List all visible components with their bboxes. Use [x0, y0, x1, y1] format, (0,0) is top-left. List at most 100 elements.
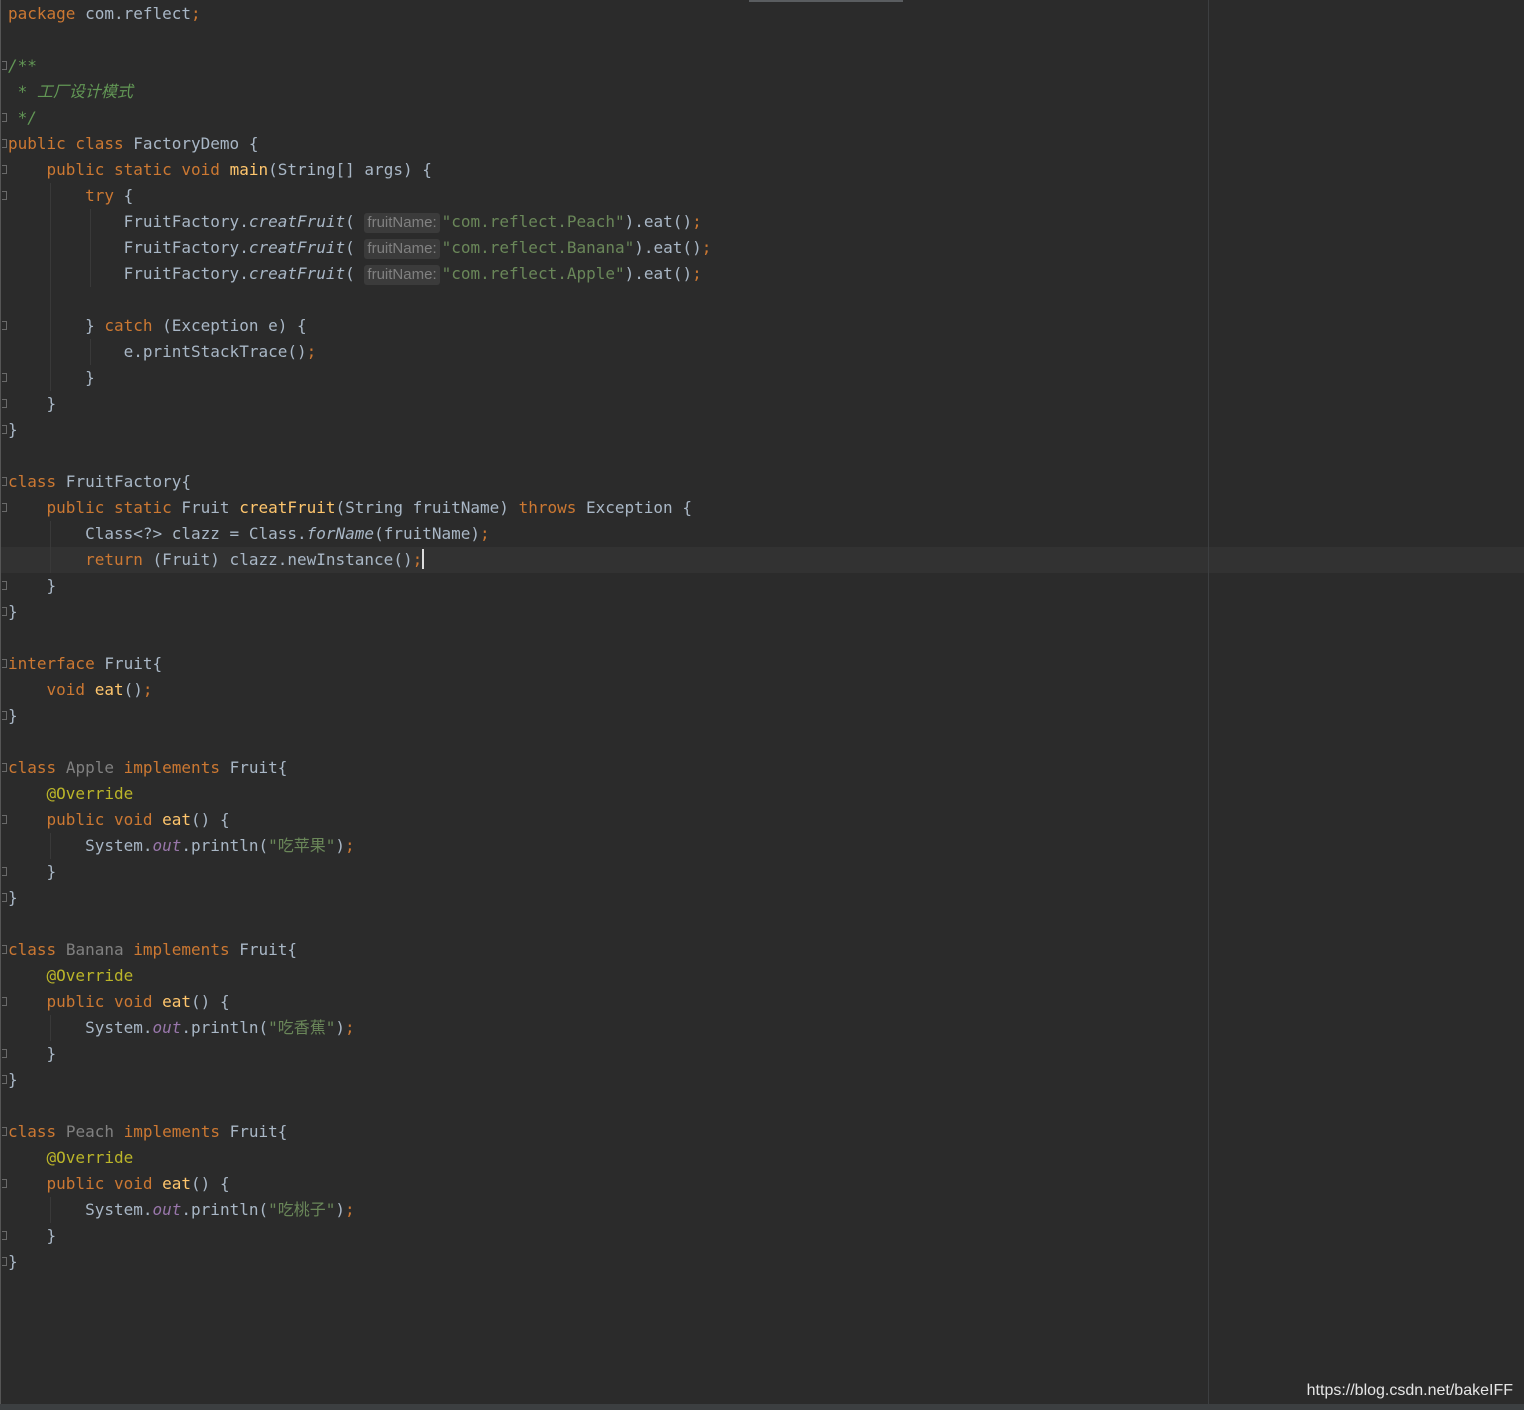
- code-line[interactable]: public void eat() {: [1, 1171, 1524, 1197]
- code-line[interactable]: [1, 911, 1524, 937]
- code-line[interactable]: class Peach implements Fruit{: [1, 1119, 1524, 1145]
- code-line[interactable]: FruitFactory.creatFruit( fruitName: "com.…: [1, 209, 1524, 235]
- fold-marker-icon[interactable]: [2, 1049, 7, 1058]
- code-line[interactable]: class FruitFactory{: [1, 469, 1524, 495]
- code-line[interactable]: }: [1, 885, 1524, 911]
- code-line[interactable]: try {: [1, 183, 1524, 209]
- code-area[interactable]: package com.reflect; /** * 工厂设计模式 */ publi…: [1, 1, 1524, 1275]
- fold-marker-icon[interactable]: [2, 1257, 7, 1266]
- code-line[interactable]: public void eat() {: [1, 989, 1524, 1015]
- fold-marker-icon[interactable]: [2, 815, 7, 824]
- fold-marker-icon[interactable]: [2, 867, 7, 876]
- code-line[interactable]: FruitFactory.creatFruit( fruitName: "com.…: [1, 261, 1524, 287]
- indent-guide: [50, 521, 51, 547]
- code-line[interactable]: /**: [1, 53, 1524, 79]
- code-line[interactable]: [1, 625, 1524, 651]
- code-line[interactable]: void eat();: [1, 677, 1524, 703]
- fold-marker-icon[interactable]: [2, 503, 7, 512]
- code-line[interactable]: return (Fruit) clazz.newInstance();: [1, 547, 1524, 573]
- fold-marker-icon[interactable]: [2, 607, 7, 616]
- code-line[interactable]: }: [1, 1223, 1524, 1249]
- code-line[interactable]: System.out.println("吃桃子");: [1, 1197, 1524, 1223]
- code-line[interactable]: }: [1, 417, 1524, 443]
- fold-marker-icon[interactable]: [2, 1231, 7, 1240]
- code-line[interactable]: [1, 1093, 1524, 1119]
- code-line[interactable]: System.out.println("吃香蕉");: [1, 1015, 1524, 1041]
- code-token: class: [8, 940, 57, 959]
- code-line[interactable]: package com.reflect;: [1, 1, 1524, 27]
- code-line[interactable]: }: [1, 1041, 1524, 1067]
- code-line[interactable]: }: [1, 573, 1524, 599]
- code-token: */: [8, 108, 37, 127]
- code-line[interactable]: }: [1, 859, 1524, 885]
- code-line[interactable]: class Apple implements Fruit{: [1, 755, 1524, 781]
- code-line[interactable]: @Override: [1, 963, 1524, 989]
- code-line[interactable]: } catch (Exception e) {: [1, 313, 1524, 339]
- code-line[interactable]: }: [1, 703, 1524, 729]
- code-token: }: [8, 1226, 57, 1245]
- fold-marker-icon[interactable]: [2, 1127, 7, 1136]
- fold-marker-icon[interactable]: [2, 711, 7, 720]
- code-line[interactable]: }: [1, 365, 1524, 391]
- code-token: (: [345, 264, 365, 283]
- code-editor[interactable]: package com.reflect; /** * 工厂设计模式 */ publi…: [0, 0, 1524, 1404]
- code-token: (fruitName): [374, 524, 481, 543]
- fold-marker-icon[interactable]: [2, 373, 7, 382]
- code-line[interactable]: public void eat() {: [1, 807, 1524, 833]
- code-line[interactable]: @Override: [1, 781, 1524, 807]
- code-line[interactable]: Class<?> clazz = Class.forName(fruitName…: [1, 521, 1524, 547]
- code-line[interactable]: [1, 443, 1524, 469]
- code-token: eat: [162, 992, 192, 1011]
- code-token: ;: [480, 524, 490, 543]
- fold-marker-icon[interactable]: [2, 477, 7, 486]
- indent-guide: [50, 313, 51, 339]
- code-line[interactable]: System.out.println("吃苹果");: [1, 833, 1524, 859]
- fold-marker-icon[interactable]: [2, 321, 7, 330]
- code-line[interactable]: class Banana implements Fruit{: [1, 937, 1524, 963]
- code-line[interactable]: public static void main(String[] args) {: [1, 157, 1524, 183]
- fold-marker-icon[interactable]: [2, 997, 7, 1006]
- fold-marker-icon[interactable]: [2, 945, 7, 954]
- code-line[interactable]: [1, 729, 1524, 755]
- fold-marker-icon[interactable]: [2, 61, 7, 70]
- code-line[interactable]: * 工厂设计模式: [1, 79, 1524, 105]
- fold-marker-icon[interactable]: [2, 139, 7, 148]
- fold-marker-icon[interactable]: [2, 399, 7, 408]
- fold-marker-icon[interactable]: [2, 659, 7, 668]
- fold-marker-icon[interactable]: [2, 1075, 7, 1084]
- code-token: FruitFactory{: [56, 472, 192, 491]
- code-token: return: [85, 550, 143, 569]
- parameter-hint: fruitName:: [364, 213, 440, 233]
- parameter-hint: fruitName:: [364, 239, 440, 259]
- fold-marker-icon[interactable]: [2, 581, 7, 590]
- code-line[interactable]: public static Fruit creatFruit(String fr…: [1, 495, 1524, 521]
- fold-marker-icon[interactable]: [2, 425, 7, 434]
- code-line[interactable]: }: [1, 1067, 1524, 1093]
- code-token: out: [152, 1018, 182, 1037]
- fold-marker-icon[interactable]: [2, 763, 7, 772]
- code-token: }: [8, 394, 57, 413]
- code-line[interactable]: interface Fruit{: [1, 651, 1524, 677]
- code-line[interactable]: }: [1, 599, 1524, 625]
- fold-marker-icon[interactable]: [2, 1179, 7, 1188]
- fold-marker-icon[interactable]: [2, 893, 7, 902]
- fold-marker-icon[interactable]: [2, 113, 7, 122]
- indent-guide: [50, 1197, 51, 1223]
- code-token: void: [46, 680, 86, 699]
- code-line[interactable]: }: [1, 391, 1524, 417]
- code-line[interactable]: public class FactoryDemo {: [1, 131, 1524, 157]
- indent-guide: [50, 183, 51, 209]
- code-line[interactable]: [1, 287, 1524, 313]
- code-line[interactable]: }: [1, 1249, 1524, 1275]
- code-line[interactable]: */: [1, 105, 1524, 131]
- code-line[interactable]: FruitFactory.creatFruit( fruitName: "com.…: [1, 235, 1524, 261]
- code-line[interactable]: e.printStackTrace();: [1, 339, 1524, 365]
- code-line[interactable]: [1, 27, 1524, 53]
- fold-marker-icon[interactable]: [2, 165, 7, 174]
- fold-marker-icon[interactable]: [2, 191, 7, 200]
- code-line[interactable]: @Override: [1, 1145, 1524, 1171]
